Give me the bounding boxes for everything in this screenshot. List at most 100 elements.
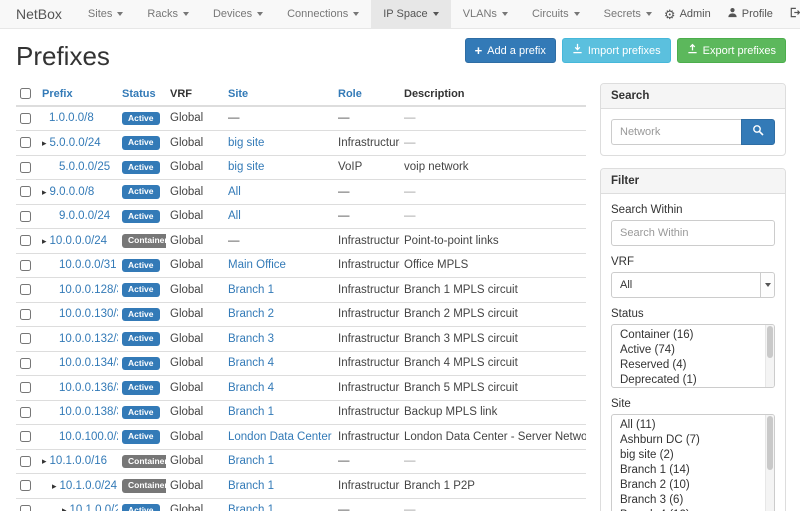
listbox-option[interactable]: Container (16) — [612, 328, 774, 343]
row-checkbox[interactable] — [20, 382, 31, 393]
listbox-option[interactable]: Ashburn DC (7) — [612, 433, 774, 448]
listbox-option[interactable]: Branch 2 (10) — [612, 478, 774, 493]
table-row: 10.0.0.136/31ActiveGlobalBranch 4Infrast… — [16, 376, 586, 401]
search-button[interactable] — [741, 119, 775, 145]
site-link[interactable]: Branch 1 — [228, 406, 274, 418]
listbox-option[interactable]: big site (2) — [612, 448, 774, 463]
prefix-link[interactable]: 10.0.0.134/31 — [59, 357, 118, 369]
row-checkbox[interactable] — [20, 235, 31, 246]
site-link[interactable]: Branch 4 — [228, 357, 274, 369]
column-header-role[interactable]: Role — [334, 83, 400, 106]
row-checkbox[interactable] — [20, 505, 31, 511]
row-checkbox[interactable] — [20, 284, 31, 295]
nav-item-logout[interactable]: Log out — [789, 7, 800, 21]
select-all-checkbox[interactable] — [20, 88, 31, 99]
row-checkbox[interactable] — [20, 137, 31, 148]
site-link[interactable]: Branch 3 — [228, 333, 274, 345]
row-checkbox[interactable] — [20, 309, 31, 320]
site-link[interactable]: Branch 2 — [228, 308, 274, 320]
nav-item-vlans[interactable]: VLANs — [451, 0, 520, 28]
nav-item-connections[interactable]: Connections — [275, 0, 371, 28]
scrollbar-thumb[interactable] — [767, 326, 773, 358]
prefix-link[interactable]: 9.0.0.0/8 — [50, 186, 95, 198]
listbox-option[interactable]: Reserved (4) — [612, 358, 774, 373]
column-header-prefix[interactable]: Prefix — [38, 83, 118, 106]
nav-item-racks[interactable]: Racks — [135, 0, 201, 28]
scrollbar-thumb[interactable] — [767, 416, 773, 470]
row-checkbox[interactable] — [20, 431, 31, 442]
listbox-option[interactable]: Branch 1 (14) — [612, 463, 774, 478]
search-input[interactable] — [611, 119, 741, 145]
nav-item-circuits[interactable]: Circuits — [520, 0, 592, 28]
prefix-link[interactable]: 1.0.0.0/8 — [49, 112, 94, 124]
prefix-table: PrefixStatusVRFSiteRoleDescription 1.0.0… — [16, 83, 586, 511]
row-checkbox[interactable] — [20, 480, 31, 491]
site-link[interactable]: All — [228, 210, 241, 222]
import-prefixes-button[interactable]: Import prefixes — [562, 38, 671, 63]
export-prefixes-button[interactable]: Export prefixes — [677, 38, 786, 63]
prefix-link[interactable]: 10.0.0.136/31 — [59, 382, 118, 394]
chevron-down-icon — [183, 12, 189, 16]
row-checkbox[interactable] — [20, 333, 31, 344]
row-checkbox[interactable] — [20, 211, 31, 222]
filter-select-vrf[interactable]: All — [611, 272, 775, 298]
prefix-link[interactable]: 9.0.0.0/24 — [59, 210, 110, 222]
brand[interactable]: NetBox — [0, 0, 76, 28]
listbox-option[interactable]: All (11) — [612, 418, 774, 433]
add-prefix-button[interactable]: + Add a prefix — [465, 38, 556, 63]
listbox-option[interactable]: Active (74) — [612, 343, 774, 358]
prefix-link[interactable]: 5.0.0.0/24 — [50, 137, 101, 149]
scrollbar[interactable] — [765, 325, 774, 387]
site-link[interactable]: Branch 1 — [228, 455, 274, 467]
nav-item-ip-space[interactable]: IP Space — [371, 0, 450, 28]
prefix-link[interactable]: 10.0.0.132/31 — [59, 333, 118, 345]
nav-item-admin[interactable]: ⚙ Admin — [664, 8, 711, 21]
filter-listbox-status[interactable]: Container (16)Active (74)Reserved (4)Dep… — [611, 324, 775, 388]
listbox-option[interactable]: Branch 4 (12) — [612, 508, 774, 511]
listbox-option[interactable]: Deprecated (1) — [612, 373, 774, 388]
prefix-cell: ▸10.1.0.0/25 — [38, 498, 118, 511]
site-link[interactable]: London Data Center — [228, 431, 332, 443]
column-header-site[interactable]: Site — [224, 83, 334, 106]
site-link[interactable]: Branch 1 — [228, 504, 274, 511]
prefix-link[interactable]: 10.0.0.128/31 — [59, 284, 118, 296]
prefix-link[interactable]: 10.0.0.0/31 — [59, 259, 117, 271]
status-cell: Active — [118, 327, 166, 352]
site-link[interactable]: Branch 1 — [228, 284, 274, 296]
nav-item-sites[interactable]: Sites — [76, 0, 135, 28]
table-row: 5.0.0.0/25ActiveGlobalbig siteVoIPvoip n… — [16, 155, 586, 180]
nav-item-devices[interactable]: Devices — [201, 0, 275, 28]
prefix-link[interactable]: 10.0.0.130/31 — [59, 308, 118, 320]
prefix-link[interactable]: 10.1.0.0/25 — [70, 504, 118, 511]
row-checkbox[interactable] — [20, 260, 31, 271]
row-checkbox[interactable] — [20, 186, 31, 197]
site-link[interactable]: All — [228, 186, 241, 198]
status-cell: Active — [118, 278, 166, 303]
row-checkbox[interactable] — [20, 407, 31, 418]
row-checkbox[interactable] — [20, 358, 31, 369]
prefix-link[interactable]: 10.0.100.0/24 — [59, 431, 118, 443]
nav-item-secrets[interactable]: Secrets — [592, 0, 664, 28]
prefix-link[interactable]: 5.0.0.0/25 — [59, 161, 110, 173]
listbox-option[interactable]: Branch 3 (6) — [612, 493, 774, 508]
prefix-link[interactable]: 10.0.0.138/31 — [59, 406, 118, 418]
table-row: 10.0.0.128/31ActiveGlobalBranch 1Infrast… — [16, 278, 586, 303]
prefix-link[interactable]: 10.1.0.0/16 — [50, 455, 108, 467]
scrollbar[interactable] — [765, 415, 774, 511]
prefix-link[interactable]: 10.1.0.0/24 — [60, 480, 118, 492]
prefix-cell: 10.0.0.0/31 — [38, 253, 118, 278]
site-link[interactable]: big site — [228, 161, 264, 173]
site-link[interactable]: big site — [228, 137, 264, 149]
vrf-cell: Global — [166, 278, 224, 303]
filter-listbox-site[interactable]: All (11)Ashburn DC (7)big site (2)Branch… — [611, 414, 775, 511]
nav-item-profile[interactable]: Profile — [727, 7, 773, 21]
site-link[interactable]: Branch 4 — [228, 382, 274, 394]
row-checkbox[interactable] — [20, 162, 31, 173]
row-checkbox[interactable] — [20, 113, 31, 124]
filter-input-search-within[interactable] — [611, 220, 775, 246]
site-link[interactable]: Branch 1 — [228, 480, 274, 492]
site-link[interactable]: Main Office — [228, 259, 286, 271]
column-header-status[interactable]: Status — [118, 83, 166, 106]
prefix-link[interactable]: 10.0.0.0/24 — [50, 235, 108, 247]
row-checkbox[interactable] — [20, 456, 31, 467]
